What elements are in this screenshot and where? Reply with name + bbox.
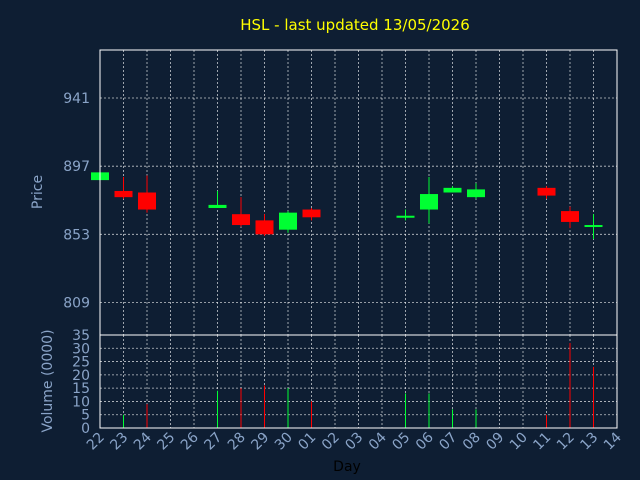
x-tick-label: 13 xyxy=(577,430,601,454)
volume-tick-label: 35 xyxy=(72,328,90,344)
chart-title: HSL - last updated 13/05/2026 xyxy=(240,16,470,34)
stock-chart: HSL - last updated 13/05/2026 Price Volu… xyxy=(30,16,625,475)
x-tick-label: 09 xyxy=(483,430,507,454)
x-tick-label: 12 xyxy=(554,430,578,454)
x-tick-label: 05 xyxy=(389,430,413,454)
price-tick-labels: 809 853 897 941 xyxy=(63,91,90,311)
x-axis-label: Day xyxy=(333,459,361,475)
candle-body xyxy=(420,194,438,210)
volume-axis-label: Volume (0000) xyxy=(40,329,56,432)
x-tick-label: 08 xyxy=(460,430,484,454)
x-tick-label: 28 xyxy=(225,430,249,454)
candles xyxy=(91,172,603,239)
x-tick-labels: 22 23 24 25 26 27 28 29 30 01 02 03 04 05 06 07 08 09 10 11… xyxy=(84,429,625,453)
volume-tick-labels: 05101520253035 xyxy=(72,328,90,437)
price-tick-label: 897 xyxy=(63,159,90,175)
x-tick-label: 03 xyxy=(342,430,366,454)
x-tick-label: 02 xyxy=(319,430,343,454)
x-tick-label: 10 xyxy=(507,430,531,454)
x-tick-label: 04 xyxy=(366,429,390,453)
x-tick-label: 27 xyxy=(201,430,225,454)
candle-body xyxy=(584,225,603,228)
candle-body xyxy=(279,212,297,230)
price-tick-label: 853 xyxy=(63,227,90,243)
candle-body xyxy=(443,187,462,193)
volume-grid xyxy=(100,335,617,428)
x-tick-label: 06 xyxy=(413,429,437,453)
candle-body xyxy=(396,215,415,218)
candle-body xyxy=(255,220,274,235)
price-axis-label: Price xyxy=(30,175,46,209)
x-tick-label: 24 xyxy=(131,429,155,453)
price-tick-label: 809 xyxy=(63,295,90,311)
candle-body xyxy=(537,187,556,196)
x-tick-label: 11 xyxy=(530,430,554,454)
price-tick-label: 941 xyxy=(63,91,90,107)
x-tick-label: 14 xyxy=(601,429,625,453)
x-tick-label: 07 xyxy=(436,430,460,454)
candle-body xyxy=(114,190,133,198)
x-tick-label: 01 xyxy=(295,430,319,454)
x-tick-label: 23 xyxy=(107,430,131,454)
candle-body xyxy=(561,211,579,222)
x-tick-label: 30 xyxy=(272,430,296,454)
candle-body xyxy=(232,214,250,226)
x-tick-label: 26 xyxy=(178,429,202,453)
candle-body xyxy=(302,209,321,218)
candle-body xyxy=(208,204,227,208)
x-tick-label: 29 xyxy=(248,430,272,454)
candle-body xyxy=(467,189,485,198)
x-tick-label: 25 xyxy=(154,430,178,454)
candle-body xyxy=(138,192,156,210)
